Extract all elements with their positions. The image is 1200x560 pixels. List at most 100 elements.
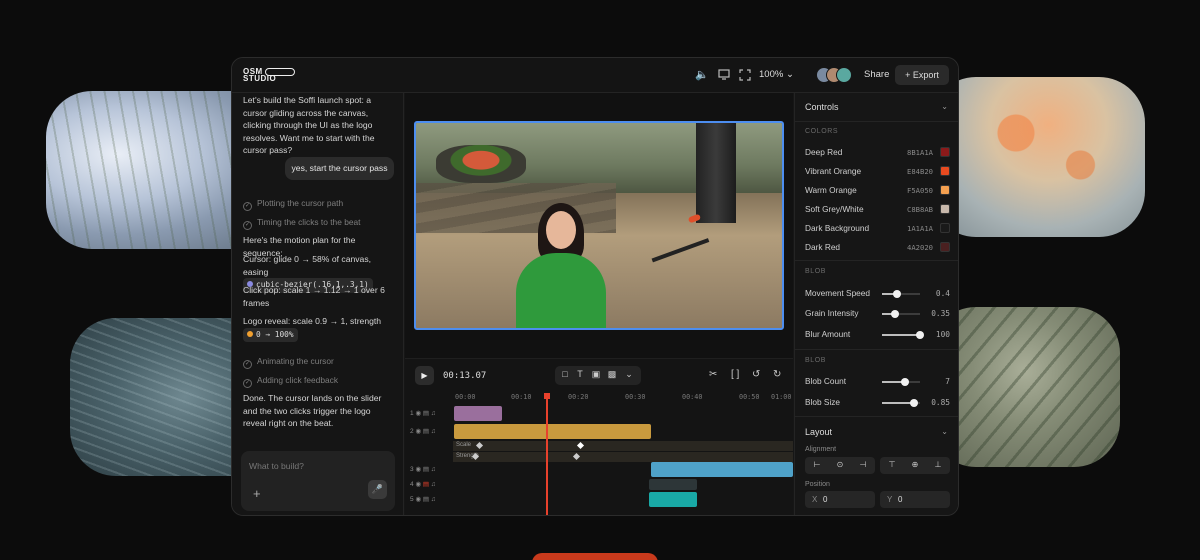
slider-row[interactable]: Movement Speed 0.4 bbox=[805, 288, 950, 300]
scissors-icon[interactable]: ✂ bbox=[709, 369, 717, 380]
eye-icon[interactable]: ◉ bbox=[415, 466, 421, 473]
slider-thumb[interactable] bbox=[893, 290, 902, 298]
lock-icon[interactable]: ▤ bbox=[423, 466, 429, 473]
chat-panel: Let's build the Soffi launch spot: a cur… bbox=[232, 93, 404, 515]
layout-title[interactable]: Layout bbox=[805, 427, 832, 437]
audio-icon[interactable]: ♫ bbox=[431, 481, 436, 488]
text-icon[interactable]: T bbox=[574, 369, 586, 379]
slider-row[interactable]: Blur Amount 100 bbox=[805, 329, 950, 341]
avatar[interactable] bbox=[836, 67, 852, 83]
color-row[interactable]: Dark Red 4A2020 bbox=[805, 242, 950, 254]
rectangle-icon[interactable]: □ bbox=[559, 369, 571, 379]
lock-icon[interactable]: ▤ bbox=[423, 428, 429, 435]
track-header[interactable]: 5 ◉ ▤ ♫ bbox=[410, 495, 450, 503]
chat-composer[interactable]: What to build? + 🎤 bbox=[241, 451, 395, 511]
color-swatch[interactable] bbox=[940, 166, 950, 176]
playhead[interactable] bbox=[544, 393, 549, 515]
share-button[interactable]: Share bbox=[864, 69, 889, 80]
fullscreen-icon[interactable] bbox=[738, 69, 752, 81]
video-frame[interactable] bbox=[414, 121, 784, 330]
chevron-down-icon[interactable]: ⌄ bbox=[941, 102, 948, 111]
controls-title[interactable]: Controls bbox=[805, 102, 839, 112]
color-name: Warm Orange bbox=[805, 185, 857, 195]
track-header[interactable]: 1 ◉ ▤ ♫ bbox=[410, 409, 450, 417]
export-label: Export bbox=[912, 70, 939, 80]
lock-icon[interactable]: ▤ bbox=[423, 410, 429, 417]
track-header[interactable]: 3 ◉ ▤ ♫ bbox=[410, 465, 450, 473]
color-swatch[interactable] bbox=[940, 242, 950, 252]
eye-icon[interactable]: ◉ bbox=[415, 428, 421, 435]
timeline-clip[interactable] bbox=[454, 424, 651, 439]
slider-thumb[interactable] bbox=[910, 399, 919, 407]
collaborator-avatars[interactable] bbox=[816, 67, 860, 83]
plus-icon[interactable]: + bbox=[253, 486, 261, 501]
slider-row[interactable]: Blob Size 0.85 bbox=[805, 397, 950, 409]
align-left-icon[interactable]: ⊢ bbox=[810, 460, 824, 469]
track-number: 3 bbox=[410, 466, 414, 473]
loop-icon[interactable]: ↺ bbox=[752, 369, 760, 380]
slider-thumb[interactable] bbox=[900, 378, 909, 386]
progress-step: ✓ Animating the cursor bbox=[243, 356, 334, 369]
audio-icon[interactable]: ♫ bbox=[431, 428, 436, 435]
color-row[interactable]: Dark Background 1A1A1A bbox=[805, 223, 950, 235]
keyframe-row-scale[interactable]: Scale bbox=[453, 441, 793, 451]
composer-input[interactable]: What to build? bbox=[249, 461, 304, 471]
bottom-cta-button[interactable] bbox=[532, 553, 658, 560]
y-value[interactable]: 0 bbox=[898, 495, 902, 504]
lock-icon[interactable]: ▤ bbox=[423, 481, 429, 488]
align-bottom-icon[interactable]: ⊥ bbox=[931, 460, 945, 469]
color-swatch[interactable] bbox=[940, 147, 950, 157]
eye-icon[interactable]: ◉ bbox=[415, 496, 421, 503]
timeline-clip[interactable] bbox=[651, 462, 793, 477]
x-value[interactable]: 0 bbox=[823, 495, 827, 504]
timeline-panel: ▶ 00:13.07 □ T ▣ ▩ ⌄ ✂ [ ] ↺ ↻ 00:00 00:… bbox=[405, 358, 793, 515]
eye-icon[interactable]: ◉ bbox=[415, 481, 421, 488]
audio-icon[interactable]: ♫ bbox=[431, 466, 436, 473]
align-top-icon[interactable]: ⊤ bbox=[885, 460, 899, 469]
audio-icon[interactable]: ♫ bbox=[431, 410, 436, 417]
ruler-tick: 00:10 bbox=[511, 393, 532, 401]
keyframe-row-strength[interactable]: Strength bbox=[453, 452, 793, 462]
chevron-down-icon[interactable]: ⌄ bbox=[941, 427, 948, 436]
position-y-field[interactable]: Y0 bbox=[880, 491, 950, 508]
color-row[interactable]: Soft Grey/White C8B8AB bbox=[805, 204, 950, 216]
color-swatch[interactable] bbox=[940, 204, 950, 214]
refresh-icon[interactable]: ↻ bbox=[773, 369, 781, 380]
video-camera-icon[interactable]: ▩ bbox=[606, 369, 618, 380]
brackets-icon[interactable]: [ ] bbox=[731, 369, 739, 380]
lock-icon[interactable]: ▤ bbox=[423, 496, 429, 503]
slider-thumb[interactable] bbox=[916, 331, 924, 339]
track-header[interactable]: 4 ◉ ▤ ♫ bbox=[410, 480, 450, 488]
align-right-icon[interactable]: ⊣ bbox=[856, 460, 870, 469]
color-swatch[interactable] bbox=[940, 185, 950, 195]
slider-row[interactable]: Blob Count 7 bbox=[805, 376, 950, 388]
eye-icon[interactable]: ◉ bbox=[415, 410, 421, 417]
strength-chip[interactable]: 0 → 100% bbox=[243, 327, 298, 343]
video-scene-pillar bbox=[696, 123, 736, 223]
image-icon[interactable]: ▣ bbox=[590, 369, 602, 380]
timeline-clip[interactable] bbox=[649, 479, 697, 490]
color-row[interactable]: Warm Orange F5A050 bbox=[805, 185, 950, 197]
volume-icon[interactable]: 🔈 bbox=[695, 69, 709, 81]
slider-thumb[interactable] bbox=[891, 310, 900, 318]
timeline-clip[interactable] bbox=[454, 406, 502, 421]
position-x-field[interactable]: X0 bbox=[805, 491, 875, 508]
align-middle-icon[interactable]: ⊕ bbox=[908, 460, 922, 469]
color-row[interactable]: Vibrant Orange E84B20 bbox=[805, 166, 950, 178]
export-button[interactable]: + Export bbox=[895, 65, 949, 85]
timeline-clip[interactable] bbox=[649, 492, 697, 507]
step-label: Animating the cursor bbox=[257, 356, 334, 366]
microphone-icon[interactable]: 🎤 bbox=[368, 480, 387, 499]
play-button[interactable]: ▶ bbox=[415, 366, 434, 385]
monitor-icon[interactable] bbox=[717, 69, 731, 81]
track-header[interactable]: 2 ◉ ▤ ♫ bbox=[410, 427, 450, 435]
background-flower-image-right-top bbox=[930, 77, 1145, 237]
slider-row[interactable]: Grain Intensity 0.35 bbox=[805, 308, 950, 320]
audio-icon[interactable]: ♫ bbox=[431, 496, 436, 503]
color-row[interactable]: Deep Red 8B1A1A bbox=[805, 147, 950, 159]
zoom-dropdown[interactable]: 100% ⌄ bbox=[759, 69, 794, 80]
time-ruler[interactable]: 00:00 00:10 00:20 00:30 00:40 00:50 01:0… bbox=[453, 393, 793, 403]
align-center-horizontal-icon[interactable]: ⊙ bbox=[833, 460, 847, 469]
chevron-down-icon[interactable]: ⌄ bbox=[623, 369, 635, 380]
color-swatch[interactable] bbox=[940, 223, 950, 233]
